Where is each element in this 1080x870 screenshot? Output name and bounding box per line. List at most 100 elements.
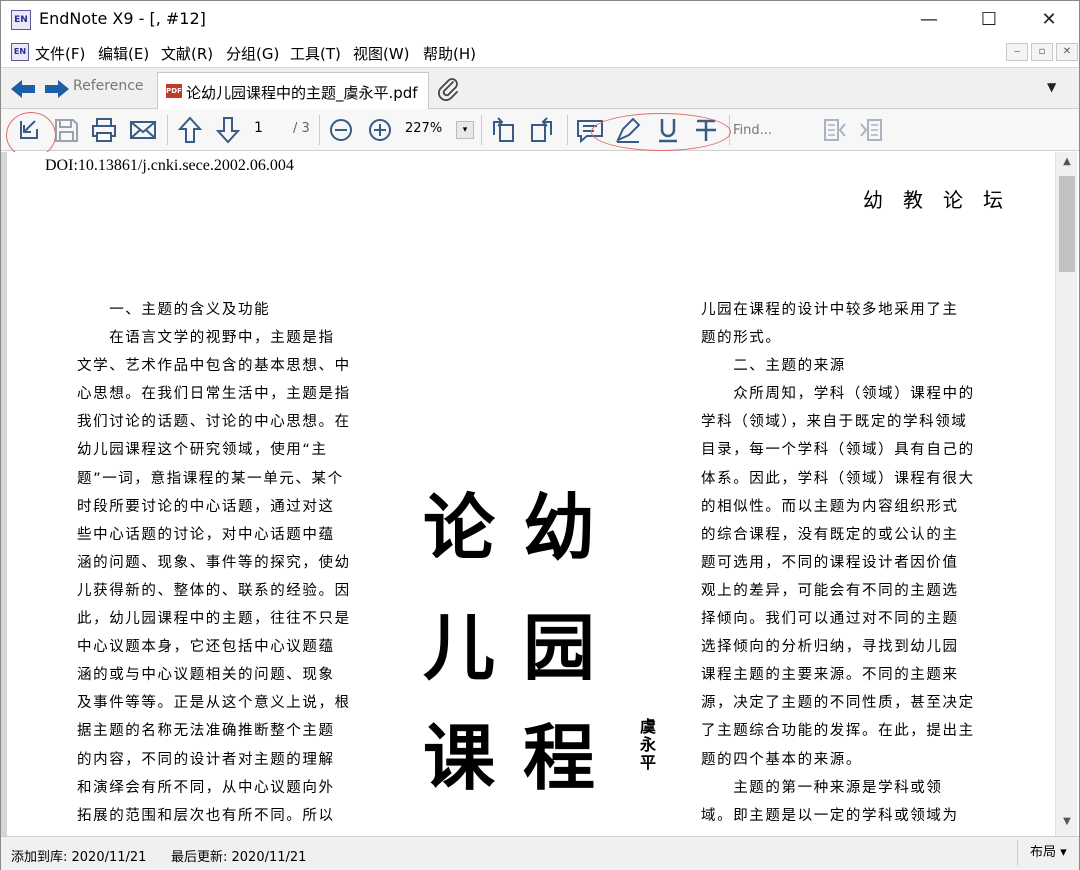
status-bar: 添加到库: 2020/11/21 最后更新: 2020/11/21 布局 ▾	[1, 836, 1079, 870]
zoom-out-icon[interactable]	[326, 115, 356, 145]
print-icon[interactable]	[89, 115, 119, 145]
menu-help[interactable]: 帮助(H)	[423, 43, 476, 64]
text-line: 观上的差异，可能会有不同的主题选	[701, 582, 959, 599]
email-icon[interactable]	[128, 115, 158, 145]
pdf-viewer[interactable]: DOI:10.13861/j.cnki.sece.2002.06.004 幼教论…	[1, 152, 1079, 836]
text-line: 和演绎会有所不同，从中心议题向外	[77, 779, 335, 796]
text-line: 源，决定了主题的不同性质，甚至决定	[701, 695, 975, 712]
text-line: 众所周知，学科（领域）课程中的	[701, 386, 975, 403]
zoom-dropdown-icon[interactable]: ▾	[456, 121, 474, 139]
scroll-down-icon[interactable]: ▼	[1056, 812, 1078, 832]
window-title: EndNote X9 - [, #12]	[39, 9, 206, 28]
text-line: 在语言文学的视野中，主题是指	[77, 330, 335, 347]
scrollbar-thumb[interactable]	[1059, 176, 1075, 272]
tab-reference[interactable]: Reference	[73, 78, 144, 94]
zoom-in-icon[interactable]	[365, 115, 395, 145]
scroll-up-icon[interactable]: ▲	[1056, 152, 1078, 172]
toolbar-separator	[481, 115, 482, 145]
text-line: 儿获得新的、整体的、联系的经验。因	[77, 582, 351, 599]
pdf-page: DOI:10.13861/j.cnki.sece.2002.06.004 幼教论…	[13, 152, 1055, 836]
find-next-icon[interactable]	[857, 115, 887, 145]
text-line: 中心议题本身，它还包括中心议题蕴	[77, 639, 335, 656]
page-down-icon[interactable]	[213, 115, 243, 145]
find-input[interactable]	[733, 118, 813, 142]
text-line: 题的形式。	[701, 330, 782, 347]
toolbar-separator	[319, 115, 320, 145]
mdi-minimize-button[interactable]: ‒	[1006, 43, 1028, 61]
text-line: 选择倾向的分析归纳，寻找到幼儿园	[701, 639, 959, 656]
text-line: 此，幼儿园课程中的主题，往往不只是	[77, 611, 351, 628]
text-line: 体系。因此，学科（领域）课程有很大	[701, 470, 975, 487]
text-line: 了主题综合功能的发挥。在此，提出主	[701, 723, 975, 740]
endnote-window: EN EndNote X9 - [, #12] — ☐ ✕ EN 文件(F) 编…	[0, 0, 1080, 870]
close-button[interactable]: ✕	[1019, 1, 1079, 39]
current-page-field[interactable]: 1	[254, 120, 263, 136]
vertical-scrollbar[interactable]: ▲ ▼	[1055, 152, 1077, 836]
underline-icon[interactable]	[653, 115, 683, 145]
last-updated-label: 最后更新: 2020/11/21	[171, 850, 307, 865]
text-line: 我们讨论的话题、讨论的中心思想。在	[77, 414, 351, 431]
menu-references[interactable]: 文献(R)	[161, 43, 213, 64]
text-line: 学科（领域），来自于既定的学科领域	[701, 414, 968, 431]
right-text-column: 儿园在课程的设计中较多地采用了主 题的形式。 二、主题的来源 众所周知，学科（领域…	[701, 296, 975, 830]
highlight-icon[interactable]	[613, 115, 643, 145]
sticky-note-icon[interactable]	[575, 115, 605, 145]
article-title-char: 儿	[423, 606, 516, 690]
rotate-right-icon[interactable]	[527, 115, 557, 145]
text-line: 课程主题的主要来源。不同的主题来	[701, 667, 959, 684]
toolbar-separator	[567, 115, 568, 145]
menu-edit[interactable]: 编辑(E)	[98, 43, 149, 64]
text-line: 题可选用，不同的课程设计者因价值	[701, 554, 959, 571]
article-title-char: 园	[523, 606, 616, 690]
menu-file[interactable]: 文件(F)	[35, 43, 85, 64]
article-title-char: 幼	[523, 486, 616, 570]
document-system-icon[interactable]: EN	[11, 43, 29, 61]
title-bar: EN EndNote X9 - [, #12] — ☐ ✕	[1, 1, 1079, 39]
section-header: 幼教论坛	[863, 188, 1023, 212]
save-icon[interactable]	[51, 115, 81, 145]
rotate-left-icon[interactable]	[488, 115, 518, 145]
find-previous-icon[interactable]	[819, 115, 849, 145]
open-in-window-icon[interactable]	[13, 115, 43, 145]
mdi-close-button[interactable]: ✕	[1056, 43, 1078, 61]
author-name: 虞永平	[640, 717, 657, 772]
page-up-icon[interactable]	[175, 115, 205, 145]
text-line: 涵的问题、现象、事件等的探究，使幼	[77, 554, 351, 571]
tab-pdf[interactable]: PDF 论幼儿园课程中的主题_虞永平.pdf	[157, 72, 429, 110]
doi-line: DOI:10.13861/j.cnki.sece.2002.06.004	[45, 157, 294, 174]
left-text-column: 一、主题的含义及功能 在语言文学的视野中，主题是指 文学、艺术作品中包含的基本思想…	[77, 296, 351, 830]
text-line: 一、主题的含义及功能	[77, 302, 271, 318]
menu-bar: EN 文件(F) 编辑(E) 文献(R) 分组(G) 工具(T) 视图(W) 帮…	[1, 39, 1079, 67]
mdi-restore-button[interactable]: ▫	[1031, 43, 1053, 61]
strikethrough-icon[interactable]	[691, 115, 721, 145]
layout-menu-button[interactable]: 布局 ▾	[1017, 840, 1077, 866]
text-line: 的内容，不同的设计者对主题的理解	[77, 751, 335, 768]
text-line: 择倾向。我们可以通过对不同的主题	[701, 611, 959, 628]
article-title-char: 课	[423, 716, 516, 800]
menu-window[interactable]: 视图(W)	[353, 43, 410, 64]
article-title-char: 程	[523, 716, 616, 800]
toolbar-separator	[729, 115, 730, 145]
tab-pdf-label: 论幼儿园课程中的主题_虞永平.pdf	[186, 84, 418, 102]
text-line: 及事件等等。正是从这个意义上说，根	[77, 695, 351, 712]
text-line: 域。即主题是以一定的学科或领域为	[701, 807, 959, 824]
menu-groups[interactable]: 分组(G)	[226, 43, 279, 64]
endnote-app-icon[interactable]: EN	[11, 10, 31, 30]
text-line: 题的四个基本的来源。	[701, 751, 862, 768]
back-arrow-icon[interactable]	[9, 78, 37, 100]
text-line: 时段所要讨论的中心话题，通过对这	[77, 498, 335, 515]
minimize-button[interactable]: —	[899, 1, 959, 39]
attachment-paperclip-icon[interactable]	[437, 76, 461, 102]
zoom-level[interactable]: 227%	[405, 121, 442, 136]
maximize-button[interactable]: ☐	[959, 1, 1019, 39]
text-line: 些中心话题的讨论，对中心话题中蕴	[77, 526, 335, 543]
text-line: 题”一词，意指课程的某一单元、某个	[77, 470, 344, 487]
text-line: 拓展的范围和层次也有所不同。所以	[77, 807, 335, 824]
tab-bar: Reference PDF 论幼儿园课程中的主题_虞永平.pdf ▼	[1, 67, 1079, 110]
forward-arrow-icon[interactable]	[43, 78, 71, 100]
menu-tools[interactable]: 工具(T)	[290, 43, 341, 64]
text-line: 涵的或与中心议题相关的问题、现象	[77, 667, 335, 684]
text-line: 主题的第一种来源是学科或领	[701, 779, 943, 796]
pdf-toolbar: 1 / 3 227% ▾	[1, 109, 1079, 158]
tab-list-dropdown-icon[interactable]: ▼	[1047, 80, 1056, 94]
